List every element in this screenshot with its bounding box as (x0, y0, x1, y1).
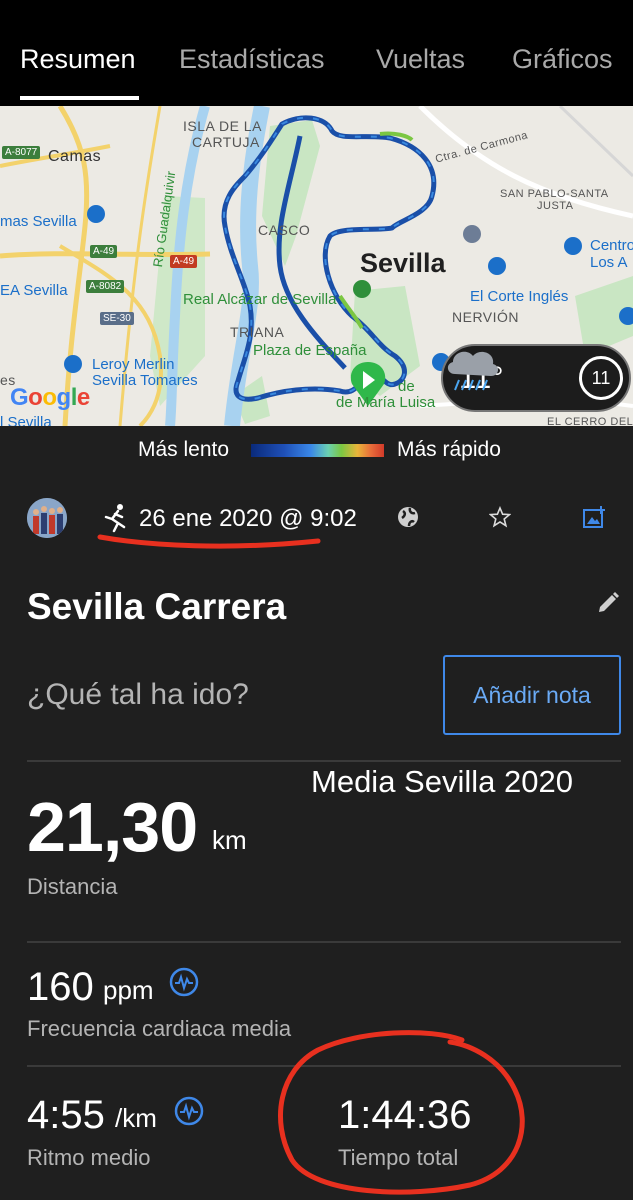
map-label: CARTUJA (192, 134, 260, 150)
road-tag: A-8082 (86, 280, 125, 293)
total-time-label: Tiempo total (338, 1145, 459, 1170)
pace-unit: /km (115, 1103, 157, 1133)
divider (27, 1065, 621, 1067)
map-label: ISLA DE LA (183, 118, 262, 134)
heart-rate-unit: ppm (103, 975, 154, 1005)
favorite-star-icon[interactable] (489, 506, 511, 528)
tab-estadisticas[interactable]: Estadísticas (179, 44, 325, 75)
legend-fast-label: Más rápido (397, 438, 501, 461)
distance-value: 21,30 (27, 788, 198, 866)
map-label: Sevilla Tomares (92, 372, 198, 389)
total-time-value: 1:44:36 (338, 1093, 472, 1137)
map-label: El Corte Inglés (470, 288, 569, 305)
map-label: SAN PABLO-SANTA (500, 188, 609, 200)
map-label: Camas (48, 148, 102, 165)
divider (27, 760, 621, 762)
map-label: NERVIÓN (452, 309, 520, 325)
heart-rate-chart-icon[interactable] (169, 967, 199, 997)
activity-title: Sevilla Carrera (27, 586, 287, 627)
tab-vueltas[interactable]: Vueltas (376, 44, 465, 75)
speed-gradient-bar (251, 444, 384, 457)
map-label: Plaza de España (253, 342, 367, 359)
map-label: Los A (590, 254, 628, 271)
map-label: CASCO (258, 222, 311, 238)
add-note-button[interactable]: Añadir nota (443, 655, 621, 735)
wind-speed-icon: 11 (579, 356, 623, 400)
map-label: Real Alcázar de Sevilla (183, 291, 337, 308)
map-label: TRIANA (230, 324, 285, 340)
edit-pencil-icon[interactable] (596, 591, 620, 615)
map-label: Leroy Merlin (92, 356, 175, 373)
tab-bar: Resumen Estadísticas Vueltas Gráficos (0, 0, 633, 106)
road-tag: SE-30 (100, 312, 134, 325)
handwritten-annotation: Media Sevilla 2020 (311, 764, 573, 799)
weather-badge: 11° 11 (441, 344, 631, 412)
note-prompt: ¿Qué tal ha ido? (27, 678, 249, 711)
map-label: Centro (590, 237, 633, 254)
google-logo: Google (10, 384, 90, 411)
route-map[interactable]: A-8077 A-49 A-49 A-8082 SE-30 ISLA DE LA… (0, 106, 633, 426)
map-label: EL CERRO DEL ÁGUILA (547, 416, 633, 426)
divider (27, 941, 621, 943)
add-photo-icon[interactable] (582, 505, 606, 529)
distance-unit: km (212, 825, 247, 855)
pace-chart-icon[interactable] (174, 1096, 204, 1126)
legend-slow-label: Más lento (138, 438, 230, 461)
map-label: de (398, 378, 415, 395)
map-label: JUSTA (537, 200, 574, 212)
map-label: l Sevilla (0, 414, 52, 426)
map-label: de María Luisa (336, 394, 436, 411)
tab-graficos[interactable]: Gráficos (512, 44, 613, 75)
avatar[interactable] (27, 498, 67, 538)
distance-label: Distancia (27, 874, 118, 899)
running-icon (104, 504, 126, 533)
map-label: mas Sevilla (0, 213, 77, 230)
pace-value: 4:55 (27, 1093, 105, 1137)
road-tag: A-8077 (2, 146, 41, 159)
active-tab-indicator (20, 96, 139, 100)
map-city-label: Sevilla (360, 248, 446, 278)
privacy-globe-icon[interactable] (397, 506, 419, 528)
rain-cloud-icon (447, 351, 499, 391)
road-tag: A-49 (170, 255, 198, 268)
map-label: EA Sevilla (0, 282, 68, 299)
activity-date: 26 ene 2020 @ 9:02 (139, 505, 357, 532)
pace-label: Ritmo medio (27, 1145, 151, 1170)
heart-rate-label: Frecuencia cardiaca media (27, 1016, 292, 1041)
heart-rate-value: 160 (27, 965, 94, 1009)
road-tag: A-49 (90, 245, 118, 258)
tab-resumen[interactable]: Resumen (20, 44, 136, 75)
